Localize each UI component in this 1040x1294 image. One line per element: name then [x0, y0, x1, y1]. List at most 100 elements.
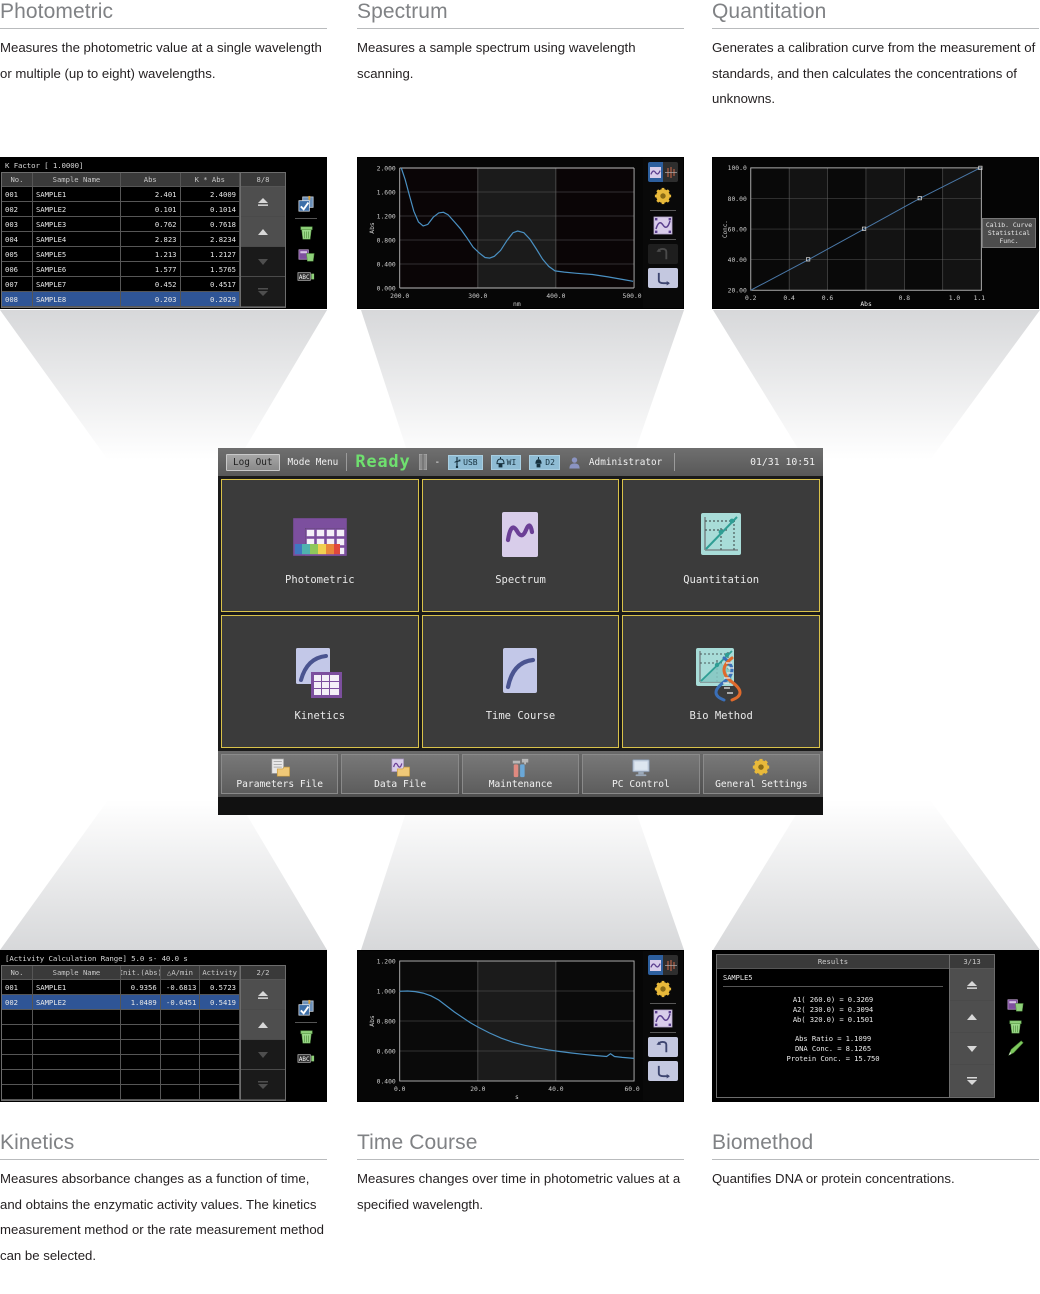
wi-lamp-status-tag[interactable]: WI	[491, 455, 522, 470]
delete-icon[interactable]	[297, 223, 316, 242]
delete-data-icon[interactable]	[297, 245, 316, 264]
peak-detect-icon[interactable]	[663, 955, 678, 975]
gear-icon[interactable]	[648, 979, 678, 999]
mode-label: Time Course	[486, 710, 556, 722]
cell-no: 008	[2, 292, 33, 307]
delete-icon[interactable]	[297, 1027, 316, 1046]
table-row[interactable]: 008SAMPLE80.2030.2029	[2, 292, 240, 307]
table-row[interactable]	[2, 1055, 240, 1070]
col-no: No.	[2, 173, 33, 187]
table-row[interactable]: 001SAMPLE12.4012.4009	[2, 187, 240, 202]
select-all-icon[interactable]	[297, 195, 316, 214]
time-course-toolbar	[643, 951, 683, 1101]
calib-curve-statistical-func-button[interactable]: Calib. Curve Statistical Func.	[982, 218, 1036, 248]
graph-view-icon[interactable]	[648, 162, 663, 182]
photometric-table[interactable]: No. Sample Name Abs K * Abs 001SAMPLE12.…	[1, 172, 240, 308]
table-row[interactable]: 006SAMPLE61.5771.5765	[2, 262, 240, 277]
biomethod-scroll-column[interactable]: 3/13	[949, 954, 995, 1098]
abc-rename-icon[interactable]: ABC	[297, 1049, 316, 1068]
kinetics-scroll-column[interactable]: 2/2	[240, 965, 286, 1101]
cell-abs: 1.577	[121, 262, 181, 277]
parameters-file-button[interactable]: Parameters File	[221, 754, 338, 794]
scroll-up-button[interactable]	[950, 1001, 994, 1033]
cell-no: 002	[2, 202, 33, 217]
scroll-top-button[interactable]	[241, 980, 285, 1010]
table-row[interactable]: 002SAMPLE20.1010.1014	[2, 202, 240, 217]
scroll-top-button[interactable]	[950, 969, 994, 1001]
spectrum-chart[interactable]: 2.000 1.600 1.200 0.800 0.400 0.000 200.…	[358, 158, 643, 308]
gear-icon[interactable]	[648, 186, 678, 206]
data-file-button[interactable]: Data File	[341, 754, 458, 794]
edit-pencil-icon[interactable]	[1006, 1039, 1025, 1058]
table-row[interactable]: 003SAMPLE30.7620.7618	[2, 217, 240, 232]
usb-status-tag[interactable]: USB	[448, 455, 482, 470]
table-row[interactable]: 004SAMPLE42.8232.8234	[2, 232, 240, 247]
redo-icon[interactable]	[648, 268, 678, 288]
scroll-up-button[interactable]	[241, 1010, 285, 1040]
col-k-abs: K * Abs	[181, 173, 241, 187]
table-row[interactable]: 001SAMPLE10.9356-0.68130.5723	[2, 980, 240, 995]
scroll-bottom-button[interactable]	[241, 277, 285, 307]
usb-label: USB	[463, 458, 477, 467]
select-all-icon[interactable]	[297, 999, 316, 1018]
mode-tile-time-course[interactable]: Time Course	[422, 615, 620, 748]
d2-lamp-status-tag[interactable]: D2	[529, 455, 560, 470]
cell-init-abs	[121, 1055, 161, 1070]
mode-tile-spectrum[interactable]: Spectrum	[422, 479, 620, 612]
cell-sample-name	[33, 1085, 121, 1100]
mode-tile-kinetics[interactable]: Kinetics	[221, 615, 419, 748]
table-row[interactable]: 002SAMPLE21.0489-0.64510.5419	[2, 995, 240, 1010]
delete-data-icon[interactable]	[1006, 995, 1025, 1014]
undo-icon[interactable]	[648, 1037, 678, 1057]
lamp-icon	[534, 457, 543, 468]
col-init-abs: Init.(Abs)	[121, 966, 161, 980]
mode-tile-bio-method[interactable]: Bio Method	[622, 615, 820, 748]
redo-icon[interactable]	[648, 1061, 678, 1081]
time-course-chart[interactable]: 1.200 1.000 0.800 0.600 0.400 0.0 20.0 4…	[358, 951, 643, 1101]
abc-rename-icon[interactable]: ABC	[297, 267, 316, 286]
photometric-scroll-column[interactable]: 8/8	[240, 172, 286, 308]
scroll-bottom-button[interactable]	[950, 1065, 994, 1097]
scroll-down-button[interactable]	[950, 1033, 994, 1065]
table-row[interactable]	[2, 1025, 240, 1040]
table-row[interactable]: 007SAMPLE70.4520.4517	[2, 277, 240, 292]
peak-detect-icon[interactable]	[663, 162, 678, 182]
mode-tile-quantitation[interactable]: Quantitation	[622, 479, 820, 612]
mode-tile-photometric[interactable]: Photometric	[221, 479, 419, 612]
cell-sample-name: SAMPLE1	[33, 980, 121, 995]
curve-scale-icon[interactable]	[648, 1008, 678, 1028]
scroll-down-button[interactable]	[241, 1040, 285, 1070]
mode-menu-button[interactable]: Mode Menu	[288, 457, 339, 468]
scroll-top-button[interactable]	[241, 187, 285, 217]
curve-scale-icon[interactable]	[648, 215, 678, 235]
cell-indicator: -	[435, 457, 441, 468]
page-indicator: 2/2	[241, 966, 285, 980]
graph-view-icon[interactable]	[648, 955, 663, 975]
table-row[interactable]	[2, 1070, 240, 1085]
cell-sample-name: SAMPLE2	[33, 995, 121, 1010]
cell-init-abs	[121, 1010, 161, 1025]
pc-control-button[interactable]: PC Control	[582, 754, 699, 794]
cell-sample-name: SAMPLE7	[33, 277, 121, 292]
table-row[interactable]: 005SAMPLE51.2131.2127	[2, 247, 240, 262]
delete-icon[interactable]	[1006, 1017, 1025, 1036]
general-settings-button[interactable]: General Settings	[703, 754, 820, 794]
photometric-icon-column: ABC	[286, 172, 326, 308]
cell-no: 002	[2, 995, 33, 1010]
kinetics-table[interactable]: No. Sample Name Init.(Abs) △A/min Activi…	[1, 965, 240, 1101]
scroll-bottom-button[interactable]	[241, 1070, 285, 1100]
cell-delta-a-per-min	[161, 1055, 201, 1070]
table-row[interactable]	[2, 1085, 240, 1100]
cell-delta-a-per-min	[161, 1070, 201, 1085]
undo-icon[interactable]	[648, 244, 678, 264]
scroll-down-button[interactable]	[241, 247, 285, 277]
user-name: Administrator	[589, 457, 662, 468]
cell-abs: 0.203	[121, 292, 181, 307]
table-row[interactable]	[2, 1040, 240, 1055]
kinetics-curve-table-icon	[289, 642, 351, 704]
scroll-up-button[interactable]	[241, 217, 285, 247]
maintenance-button[interactable]: Maintenance	[462, 754, 579, 794]
cell-no	[2, 1010, 33, 1025]
log-out-button[interactable]: Log Out	[226, 454, 280, 471]
table-row[interactable]	[2, 1010, 240, 1025]
